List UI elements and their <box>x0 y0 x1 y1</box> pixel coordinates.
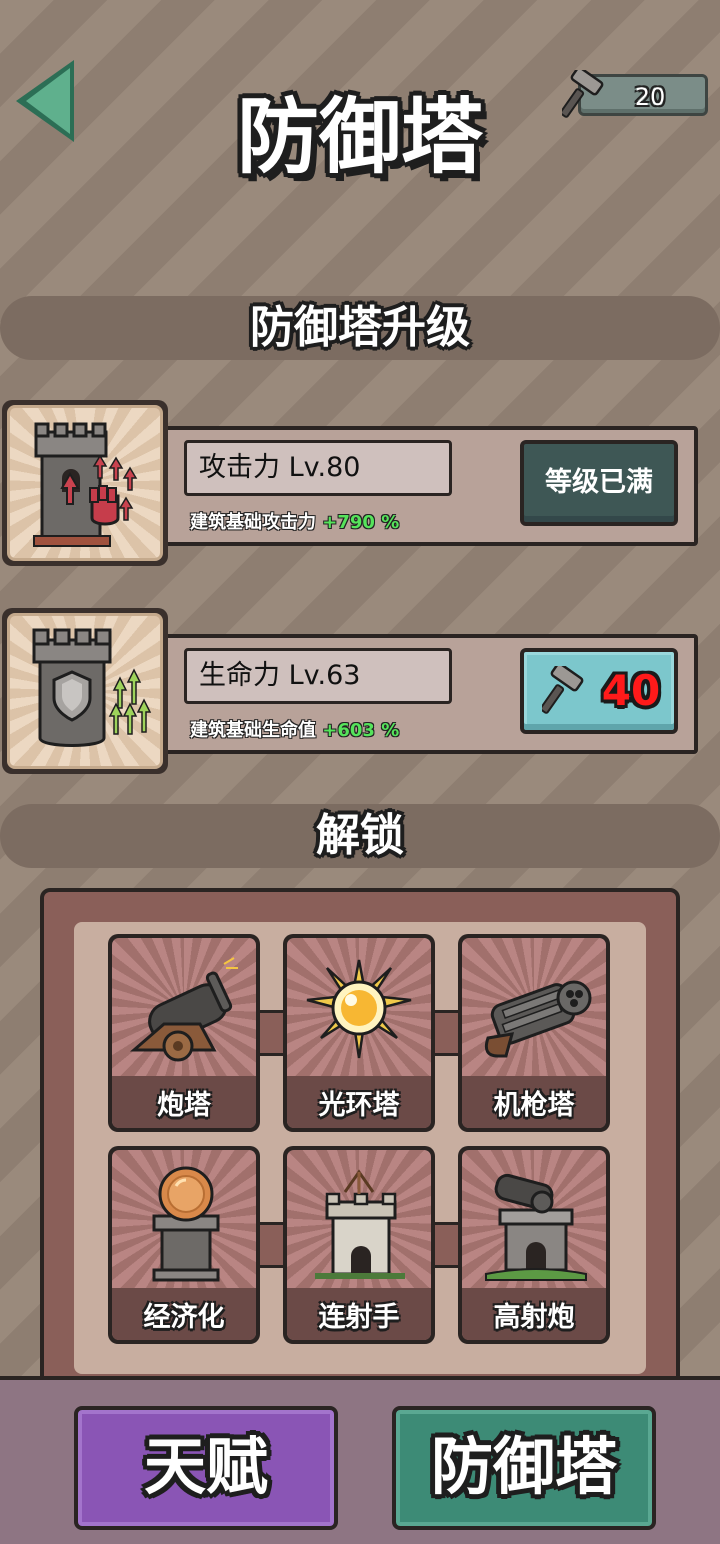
gatling-gun-icon <box>484 980 592 1058</box>
antiair-tower-icon <box>485 1173 587 1281</box>
archer-tower-icon <box>315 1169 405 1279</box>
health-upgrade-button[interactable]: 40 <box>520 648 678 734</box>
upgrade-section-banner: 防御塔升级 <box>0 296 720 360</box>
health-desc-text: 建筑基础生命值 <box>190 720 316 741</box>
attack-desc-text: 建筑基础攻击力 <box>190 512 316 533</box>
health-tower-icon <box>32 628 152 747</box>
upgrade-cost: 40 <box>601 666 661 715</box>
tower-label: 光环塔 <box>318 1090 400 1121</box>
coin-tower-icon <box>152 1166 220 1282</box>
tower-label: 经济化 <box>143 1302 225 1333</box>
health-bonus-value: +603 % <box>322 720 400 741</box>
health-upgrade-icon-frame <box>2 608 168 774</box>
hammer-icon <box>542 666 584 714</box>
aura-orb-icon <box>306 959 412 1059</box>
unlock-section-title: 解锁 <box>316 810 404 861</box>
tower-label: 炮塔 <box>157 1090 211 1121</box>
tower-card-archer[interactable]: 连射手 <box>283 1146 435 1344</box>
health-stat-name: 生命力 Lv.63 <box>184 648 452 704</box>
attack-stat-name: 攻击力 Lv.80 <box>184 440 452 496</box>
tower-label: 机枪塔 <box>493 1090 575 1121</box>
hammer-icon <box>559 66 606 120</box>
nav-tower-button[interactable]: 防御塔 <box>392 1406 656 1530</box>
tower-label: 连射手 <box>318 1302 400 1333</box>
tower-card-aura[interactable]: 光环塔 <box>283 934 435 1132</box>
health-stat-description: 建筑基础生命值 +603 % <box>190 716 399 742</box>
nav-talent-button[interactable]: 天赋 <box>74 1406 338 1530</box>
tower-card-cannon[interactable]: 炮塔 <box>108 934 260 1132</box>
unlock-section-banner: 解锁 <box>0 804 720 868</box>
tower-card-economy[interactable]: 经济化 <box>108 1146 260 1344</box>
attack-tower-icon <box>33 422 138 547</box>
attack-stat-description: 建筑基础攻击力 +790 % <box>190 508 399 534</box>
attack-max-level-button[interactable]: 等级已满 <box>520 440 678 526</box>
attack-upgrade-icon-frame <box>2 400 168 566</box>
cannon-icon <box>129 957 238 1062</box>
attack-bonus-value: +790 % <box>322 512 400 533</box>
tower-card-antiair[interactable]: 高射炮 <box>458 1146 610 1344</box>
upgrade-section-title: 防御塔升级 <box>250 302 470 353</box>
tower-card-gatling[interactable]: 机枪塔 <box>458 934 610 1132</box>
tower-label: 高射炮 <box>493 1302 575 1333</box>
hammer-count: 20 <box>634 83 666 111</box>
